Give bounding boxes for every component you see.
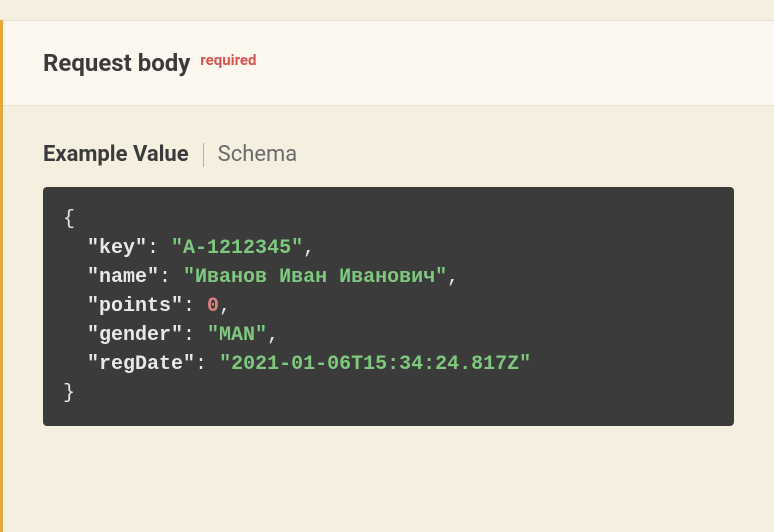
json-key: "name" [87,266,159,289]
json-key: "key" [87,237,147,260]
tab-divider [203,143,204,167]
required-badge: required [200,51,256,69]
request-body-section: Request body required Example Value Sche… [0,20,774,532]
body-panel: Example Value Schema { "key": "A-1212345… [3,106,774,446]
json-key: "regDate" [87,353,195,376]
json-value: "MAN" [207,324,267,347]
section-title: Request body [43,49,190,77]
json-value: "A-1212345" [171,237,303,260]
json-value: "2021-01-06T15:34:24.817Z" [219,353,531,376]
tab-schema[interactable]: Schema [218,142,298,167]
json-key: "points" [87,295,183,318]
json-value: 0 [207,295,219,318]
tabs: Example Value Schema [43,142,734,167]
tab-example-value[interactable]: Example Value [43,142,189,167]
header-panel: Request body required [3,20,774,106]
json-value: "Иванов Иван Иванович" [183,266,447,289]
json-key: "gender" [87,324,183,347]
example-code-block[interactable]: { "key": "A-1212345", "name": "Иванов Ив… [43,187,734,426]
